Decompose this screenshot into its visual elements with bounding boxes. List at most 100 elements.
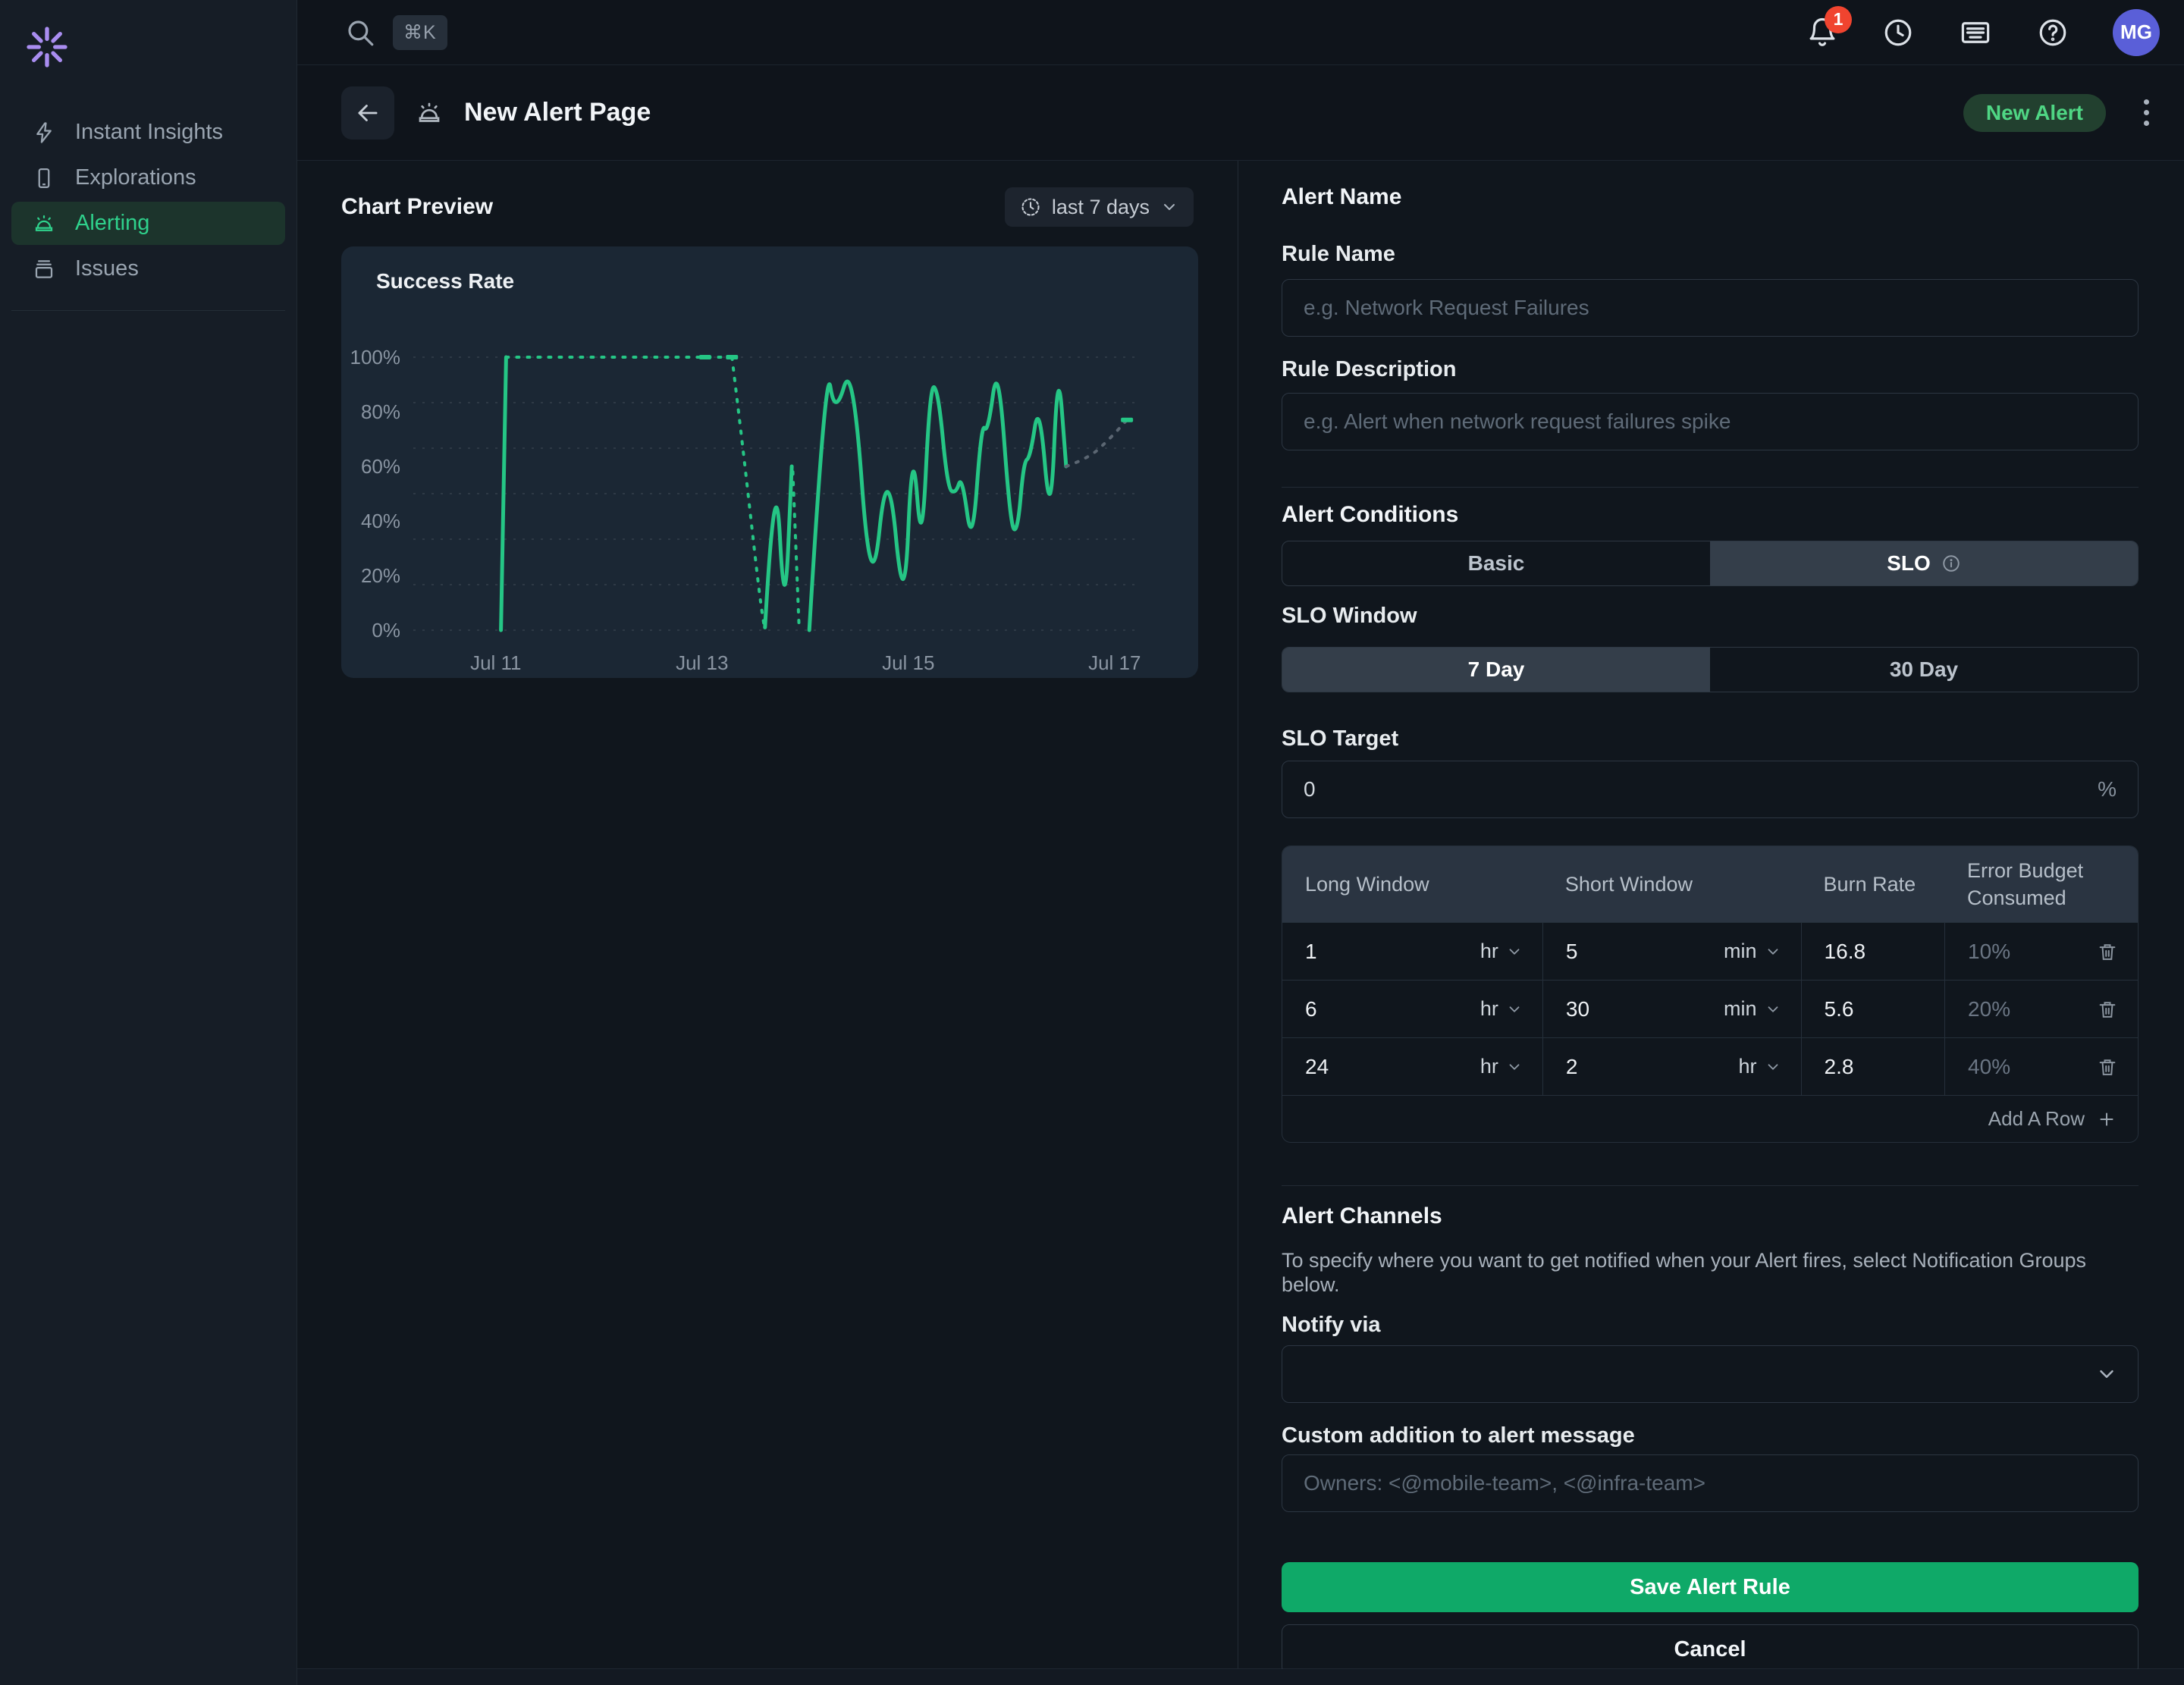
error-budget-value: 40% [1968, 1055, 2010, 1079]
sidebar-item-explorations[interactable]: Explorations [11, 156, 285, 199]
alert-form-section: Alert Name Rule Name Rule Description Al… [1238, 161, 2184, 1668]
short-window-value[interactable]: 30 [1566, 997, 1589, 1021]
rule-description-input[interactable] [1282, 393, 2138, 450]
svg-text:0%: 0% [372, 619, 400, 642]
short-window-value[interactable]: 2 [1566, 1055, 1578, 1079]
user-avatar[interactable]: MG [2113, 9, 2160, 56]
archive-icon [33, 258, 55, 281]
long-window-unit-dropdown[interactable]: hr [1480, 1055, 1523, 1078]
chevron-down-icon [1160, 198, 1178, 216]
svg-text:Jul 15: Jul 15 [882, 651, 934, 674]
success-rate-chart: 100%80%60%40%20%0%Jul 11Jul 13Jul 15Jul … [341, 246, 1198, 678]
error-budget-value: 20% [1968, 997, 2010, 1021]
keyboard-icon[interactable] [1958, 17, 1993, 49]
tab-basic[interactable]: Basic [1282, 541, 1710, 585]
bottom-strip [297, 1669, 2184, 1685]
svg-text:100%: 100% [350, 346, 401, 369]
long-window-value[interactable]: 24 [1305, 1055, 1329, 1079]
alert-name-heading: Alert Name [1282, 184, 2138, 211]
sidebar-item-alerting[interactable]: Alerting [11, 202, 285, 245]
phone-icon [33, 167, 55, 190]
date-range-dropdown[interactable]: last 7 days [1005, 187, 1194, 227]
custom-addition-input[interactable] [1282, 1454, 2138, 1512]
notify-via-label: Notify via [1282, 1312, 2138, 1338]
slo-window-label: SLO Window [1282, 603, 2138, 629]
custom-addition-label: Custom addition to alert message [1282, 1423, 2138, 1448]
chevron-down-icon [1765, 943, 1781, 960]
chevron-down-icon [1765, 1059, 1781, 1075]
column-header-burn-rate: Burn Rate [1801, 862, 1945, 907]
date-range-label: last 7 days [1052, 196, 1150, 219]
slo-target-field: % [1282, 761, 2138, 818]
app-window: Instant Insights Explorations Alerting I… [0, 0, 2184, 1685]
tab-slo[interactable]: SLO [1710, 541, 2138, 585]
rule-name-label: Rule Name [1282, 241, 2138, 267]
slo-table-body: 1 hr 5 min 16.8 10% 6 hr 30 min 5.6 20% 24 hr 2 hr… [1282, 922, 2138, 1095]
topbar: ⌘K 1 MG [297, 0, 2184, 65]
svg-text:40%: 40% [361, 510, 400, 532]
slo-table-header: Long Window Short Window Burn Rate Error… [1282, 846, 2138, 922]
short-window-unit-dropdown[interactable]: min [1724, 940, 1781, 963]
long-window-value[interactable]: 1 [1305, 940, 1317, 964]
save-alert-rule-button[interactable]: Save Alert Rule [1282, 1562, 2138, 1612]
notify-via-select[interactable] [1282, 1345, 2138, 1403]
main-area: ⌘K 1 MG [297, 0, 2184, 1685]
back-button[interactable] [341, 86, 394, 140]
chevron-down-icon [2095, 1363, 2118, 1385]
alert-conditions-heading: Alert Conditions [1282, 501, 2138, 529]
new-alert-button[interactable]: New Alert [1963, 94, 2106, 132]
short-window-value[interactable]: 5 [1566, 940, 1578, 964]
alarm-icon [33, 212, 55, 235]
help-icon[interactable] [2037, 17, 2069, 49]
burn-rate-value[interactable]: 2.8 [1825, 1055, 1854, 1079]
chart-preview-title: Chart Preview [341, 194, 493, 220]
long-window-unit-dropdown[interactable]: hr [1480, 997, 1523, 1021]
slo-window-toggle: 7 Day 30 Day [1282, 647, 2138, 692]
cancel-button[interactable]: Cancel [1282, 1624, 2138, 1674]
long-window-unit-dropdown[interactable]: hr [1480, 940, 1523, 963]
sidebar-item-instant-insights[interactable]: Instant Insights [11, 111, 285, 154]
svg-text:Jul 13: Jul 13 [676, 651, 728, 674]
app-logo-icon[interactable] [23, 23, 71, 71]
burn-rate-value[interactable]: 16.8 [1825, 940, 1866, 964]
add-row-button[interactable]: Add A Row [1988, 1107, 2117, 1131]
slo-table-footer: Add A Row [1282, 1095, 2138, 1142]
chevron-down-icon [1765, 1001, 1781, 1018]
short-window-unit-dropdown[interactable]: hr [1739, 1055, 1781, 1078]
sidebar: Instant Insights Explorations Alerting I… [0, 0, 297, 1685]
burn-rate-value[interactable]: 5.6 [1825, 997, 1854, 1021]
table-row: 1 hr 5 min 16.8 10% [1282, 922, 2138, 980]
error-budget-value: 10% [1968, 940, 2010, 964]
info-icon [1941, 554, 1961, 573]
page-title: New Alert Page [464, 98, 651, 127]
section-divider [1282, 487, 2138, 488]
sidebar-item-label: Instant Insights [75, 120, 223, 145]
kebab-menu-icon[interactable] [2139, 95, 2154, 130]
svg-text:20%: 20% [361, 564, 400, 587]
trash-icon[interactable] [2097, 941, 2118, 962]
short-window-unit-dropdown[interactable]: min [1724, 997, 1781, 1021]
svg-text:60%: 60% [361, 455, 400, 478]
search-shortcut-badge: ⌘K [393, 15, 447, 50]
rule-description-label: Rule Description [1282, 356, 2138, 382]
sidebar-item-issues[interactable]: Issues [11, 247, 285, 290]
slo-target-input[interactable] [1304, 777, 2098, 802]
svg-text:Jul 11: Jul 11 [470, 651, 521, 674]
table-row: 24 hr 2 hr 2.8 40% [1282, 1037, 2138, 1095]
clock-icon [1020, 196, 1041, 218]
sidebar-nav: Instant Insights Explorations Alerting I… [0, 111, 297, 290]
back-arrow-icon [353, 99, 382, 127]
history-clock-icon[interactable] [1882, 17, 1914, 49]
rule-name-input[interactable] [1282, 279, 2138, 337]
notifications-bell-icon[interactable]: 1 [1806, 17, 1838, 49]
condition-type-toggle: Basic SLO [1282, 541, 2138, 586]
trash-icon[interactable] [2097, 999, 2118, 1020]
tab-30-day[interactable]: 30 Day [1710, 648, 2138, 692]
long-window-value[interactable]: 6 [1305, 997, 1317, 1021]
sidebar-item-label: Alerting [75, 211, 149, 236]
search-icon[interactable] [344, 17, 376, 49]
trash-icon[interactable] [2097, 1056, 2118, 1078]
chevron-down-icon [1506, 943, 1523, 960]
sidebar-divider [11, 310, 285, 311]
tab-7-day[interactable]: 7 Day [1282, 648, 1710, 692]
